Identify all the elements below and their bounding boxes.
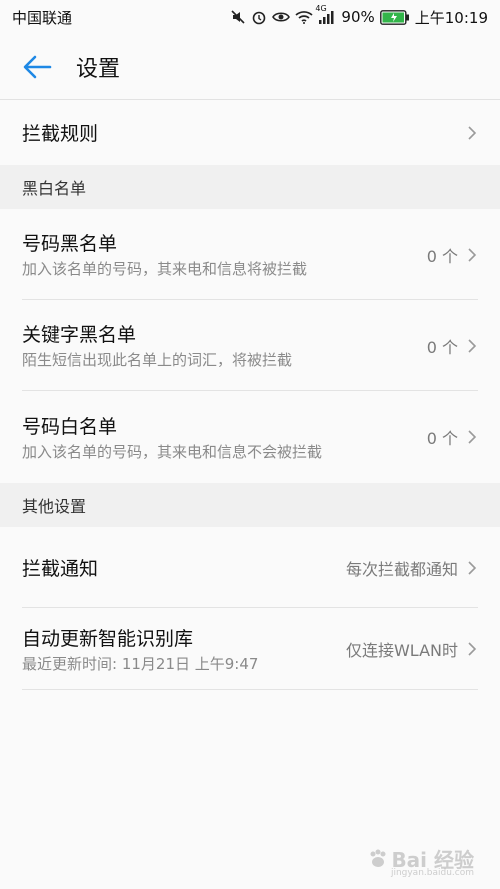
chevron-right-icon — [468, 125, 477, 140]
eye-icon — [272, 10, 291, 24]
chevron-right-icon — [468, 560, 477, 575]
clock-label: 上午10:19 — [414, 8, 488, 27]
watermark-domain: jingyan.baidu.com — [390, 868, 474, 878]
baidu-watermark: Bai 经验 jingyan.baidu.com — [367, 844, 474, 878]
alarm-icon — [251, 9, 267, 25]
keyword-blacklist-item[interactable]: 关键字黑名单 陌生短信出现此名单上的词汇，将被拦截 0 个 — [0, 300, 500, 391]
auto-update-desc: 最近更新时间: 11月21日 上午9:47 — [22, 654, 259, 673]
status-bar: 中国联通 4G 90% 上午10:19 — [0, 0, 500, 34]
signal-icon: 4G — [315, 4, 336, 24]
back-button[interactable] — [0, 34, 76, 100]
chevron-right-icon — [468, 430, 477, 444]
chevron-right-icon — [468, 247, 477, 262]
number-whitelist-desc: 加入该名单的号码，其来电和信息不会被拦截 — [22, 442, 323, 461]
keyword-blacklist-title: 关键字黑名单 — [22, 324, 137, 346]
number-whitelist-title: 号码白名单 — [22, 415, 118, 438]
paw-icon — [370, 849, 386, 867]
keyword-blacklist-count: 0 个 — [426, 337, 458, 357]
section-blackwhite-header: 黑白名单 — [0, 165, 500, 209]
wifi-icon — [295, 10, 313, 24]
page-title: 设置 — [76, 56, 121, 82]
intercept-notify-item[interactable]: 拦截通知 每次拦截都通知 — [0, 527, 500, 608]
auto-update-value: 仅连接WLAN时 — [345, 641, 458, 660]
number-whitelist-item[interactable]: 号码白名单 加入该名单的号码，其来电和信息不会被拦截 0 个 — [0, 391, 500, 483]
keyword-blacklist-desc: 陌生短信出现此名单上的词汇，将被拦截 — [22, 351, 293, 369]
divider — [22, 689, 478, 690]
section-other-header: 其他设置 — [0, 483, 500, 527]
arrow-left-icon — [23, 55, 52, 78]
battery-percent: 90% — [341, 8, 375, 26]
network-type-label: 4G — [315, 4, 327, 13]
chevron-right-icon — [468, 642, 477, 656]
app-bar: 设置 — [0, 34, 500, 100]
intercept-rules-label: 拦截规则 — [22, 123, 99, 145]
number-blacklist-item[interactable]: 号码黑名单 加入该名单的号码，其来电和信息将被拦截 0 个 — [0, 209, 500, 300]
carrier-label: 中国联通 — [12, 8, 73, 27]
auto-update-item[interactable]: 自动更新智能识别库 最近更新时间: 11月21日 上午9:47 仅连接WLAN时 — [0, 608, 500, 690]
intercept-notify-title: 拦截通知 — [22, 558, 99, 580]
intercept-notify-value: 每次拦截都通知 — [345, 559, 458, 579]
number-blacklist-desc: 加入该名单的号码，其来电和信息将被拦截 — [22, 260, 308, 278]
number-blacklist-title: 号码黑名单 — [22, 233, 118, 255]
mute-icon — [230, 9, 246, 25]
battery-icon — [379, 9, 410, 25]
number-blacklist-count: 0 个 — [426, 246, 458, 266]
number-whitelist-count: 0 个 — [426, 429, 458, 448]
status-icons: 4G 90% 上午10:19 — [230, 4, 488, 28]
intercept-rules-item[interactable]: 拦截规则 — [0, 100, 500, 165]
auto-update-title: 自动更新智能识别库 — [22, 627, 194, 650]
chevron-right-icon — [468, 338, 477, 353]
